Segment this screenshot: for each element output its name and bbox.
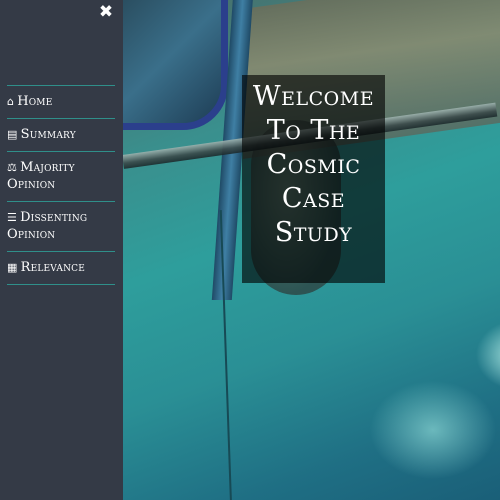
- sidebar-item-label: Relevance: [20, 260, 86, 275]
- sidebar-nav: ⌂ Home ▤ Summary ⚖ Majority Opinion ☰ Dissen…: [7, 85, 115, 285]
- home-icon: ⌂: [7, 95, 15, 108]
- sidebar-item-label: Summary: [20, 127, 76, 142]
- car-window-shape: [123, 0, 228, 130]
- welcome-line: Case: [281, 183, 346, 214]
- sidebar-item-label: Home: [17, 94, 53, 109]
- sidebar-item-label: Dissenting Opinion: [7, 210, 88, 242]
- scale-icon: ⚖: [7, 161, 18, 174]
- sidebar-item-majority-opinion[interactable]: ⚖ Majority Opinion: [7, 151, 115, 201]
- sidebar-item-relevance[interactable]: ▦ Relevance: [7, 251, 115, 285]
- document-icon: ☰: [7, 211, 18, 224]
- sidebar: ✖ ⌂ Home ▤ Summary ⚖ Majority Opinion ☰ Diss…: [0, 0, 123, 500]
- welcome-line: To The: [266, 115, 361, 146]
- sidebar-item-home[interactable]: ⌂ Home: [7, 85, 115, 118]
- sidebar-item-summary[interactable]: ▤ Summary: [7, 118, 115, 151]
- welcome-line: Study: [274, 217, 353, 248]
- book-icon: ▤: [7, 128, 18, 141]
- close-icon[interactable]: ✖: [97, 2, 115, 22]
- sidebar-item-label: Majority Opinion: [7, 160, 75, 192]
- sidebar-item-dissenting-opinion[interactable]: ☰ Dissenting Opinion: [7, 201, 115, 251]
- welcome-line: Welcome: [252, 81, 375, 112]
- welcome-line: Cosmic: [266, 149, 361, 180]
- grid-icon: ▦: [7, 261, 18, 274]
- welcome-banner: Welcome To The Cosmic Case Study: [242, 75, 385, 283]
